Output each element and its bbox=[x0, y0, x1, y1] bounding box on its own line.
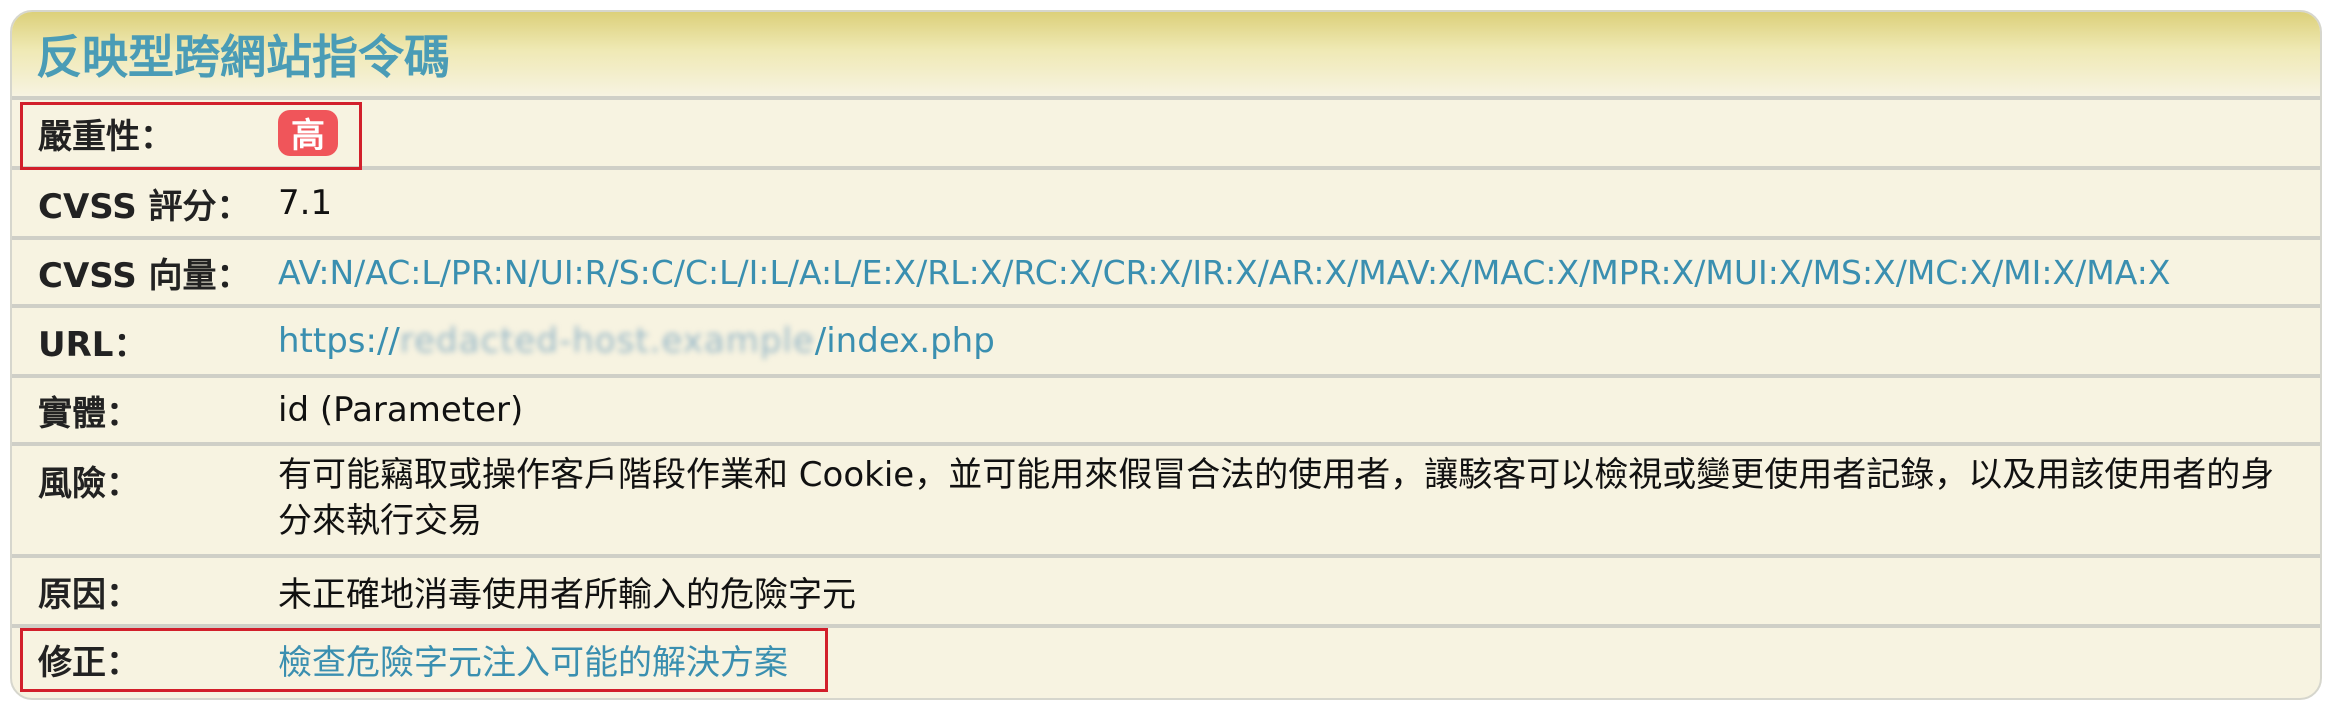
fix-row: 修正： 檢查危險字元注入可能的解決方案 bbox=[12, 628, 2320, 692]
risk-row: 風險： 有可能竊取或操作客戶階段作業和 Cookie，並可能用來假冒合法的使用者… bbox=[12, 446, 2320, 558]
cause-value: 未正確地消毒使用者所輸入的危險字元 bbox=[278, 574, 856, 615]
cause-row: 原因： 未正確地消毒使用者所輸入的危險字元 bbox=[12, 558, 2320, 628]
cvss-score-row: CVSS 評分： 7.1 bbox=[12, 170, 2320, 240]
fix-solution-link[interactable]: 檢查危險字元注入可能的解決方案 bbox=[278, 635, 2320, 684]
cvss-vector-label: CVSS 向量： bbox=[38, 255, 251, 296]
cause-label: 原因： bbox=[38, 574, 140, 615]
cvss-score-label: CVSS 評分： bbox=[38, 186, 251, 227]
risk-value: 有可能竊取或操作客戶階段作業和 Cookie，並可能用來假冒合法的使用者，讓駭客… bbox=[278, 455, 2275, 541]
url-prefix: https:// bbox=[278, 321, 400, 361]
url-redacted-host: redacted-host.example bbox=[399, 321, 815, 361]
vulnerability-title: 反映型跨網站指令碼 bbox=[36, 30, 450, 84]
severity-value: 高 bbox=[278, 109, 2320, 156]
cvss-vector-link[interactable]: AV:N/AC:L/PR:N/UI:R/S:C/C:L/I:L/A:L/E:X/… bbox=[278, 253, 2320, 292]
entity-row: 實體： id (Parameter) bbox=[12, 378, 2320, 446]
fix-label: 修正： bbox=[38, 642, 140, 683]
cvss-score-value: 7.1 bbox=[278, 183, 333, 223]
severity-row: 嚴重性： 高 bbox=[12, 100, 2320, 170]
entity-label: 實體： bbox=[38, 393, 140, 434]
risk-label: 風險： bbox=[38, 464, 140, 504]
vulnerability-panel: 反映型跨網站指令碼 嚴重性： 高 CVSS 評分： 7.1 CVSS 向量： A… bbox=[10, 10, 2322, 700]
url-link[interactable]: https://redacted-host.example/index.php bbox=[278, 321, 2320, 361]
severity-high-badge: 高 bbox=[278, 109, 338, 156]
url-suffix: /index.php bbox=[814, 321, 995, 361]
url-label: URL： bbox=[38, 324, 148, 365]
url-row: URL： https://redacted-host.example/index… bbox=[12, 308, 2320, 378]
entity-value: id (Parameter) bbox=[278, 390, 524, 430]
severity-label: 嚴重性： bbox=[38, 116, 174, 157]
panel-header: 反映型跨網站指令碼 bbox=[12, 12, 2320, 100]
cvss-vector-row: CVSS 向量： AV:N/AC:L/PR:N/UI:R/S:C/C:L/I:L… bbox=[12, 240, 2320, 308]
